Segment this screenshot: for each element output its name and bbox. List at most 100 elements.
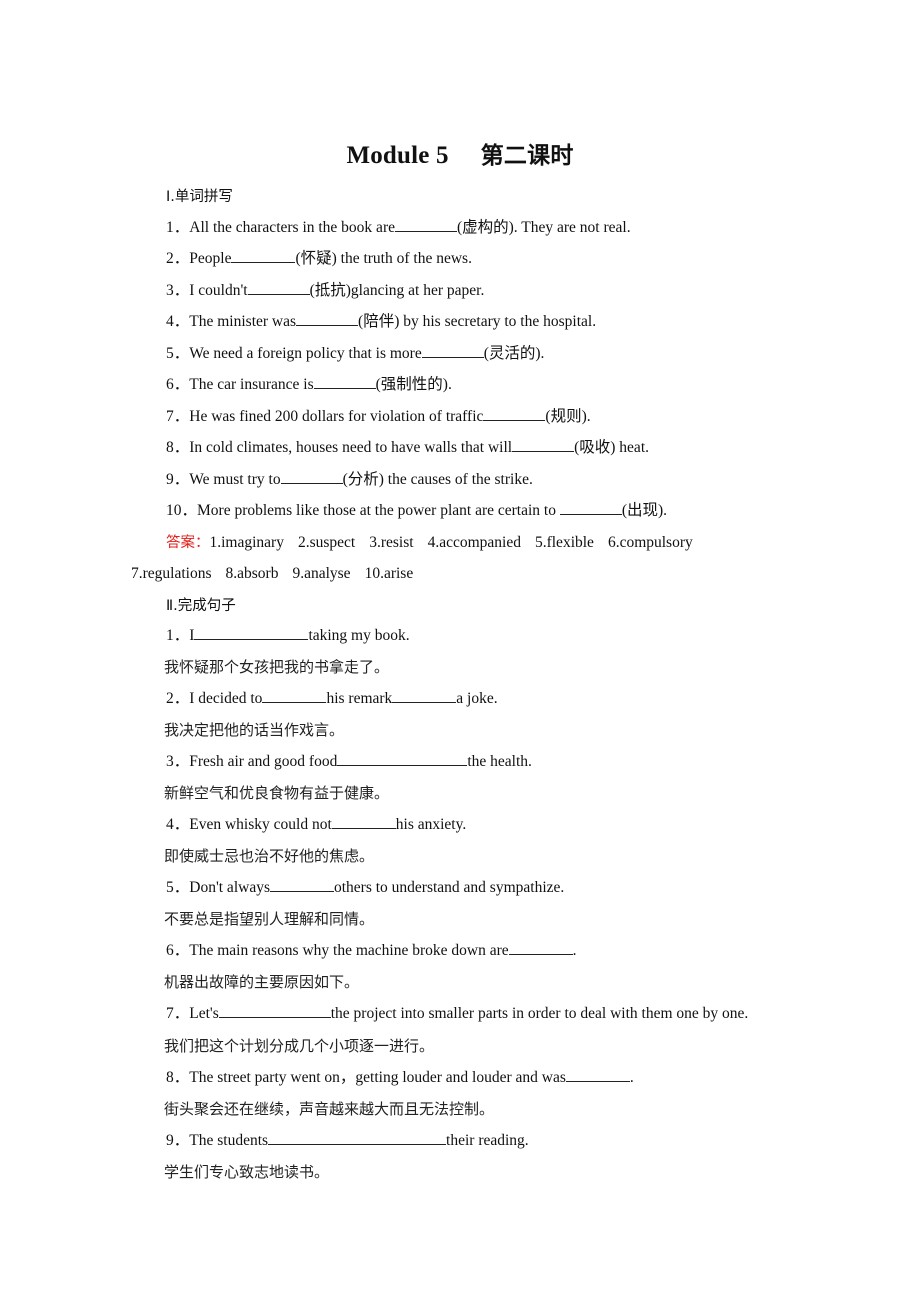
answers-line-1: 答案：1.imaginary 2.suspect 3.resist 4.accompa… [166,533,707,553]
item-number: 5． [166,345,190,362]
answer-label: 答案： [166,535,210,551]
answer-blank [269,878,334,892]
item-text: the project into smaller parts in order … [330,1005,749,1022]
item-number: 4． [166,313,190,330]
answer-blank [218,1004,331,1018]
item-text: The street party went on，getting louder … [189,1069,566,1086]
item-text: (陪伴) by his secretary to the hospital. [358,313,597,330]
item-text: The main reasons why the machine broke d… [189,942,509,959]
item-text: The students [189,1132,269,1149]
sentence-item: 6．The main reasons why the machine broke… [166,941,577,961]
answer-blank [231,249,296,263]
item-text: (灵活的). [483,345,545,362]
answer-item: 7.regulations [131,565,212,582]
item-text: I decided to [189,690,263,707]
section-heading-sentences: Ⅱ.完成句子 [166,598,236,614]
spelling-item: 5．We need a foreign policy that is more (… [166,344,544,364]
sentence-translation: 我们把这个计划分成几个小项逐一进行。 [164,1037,435,1055]
answer-blank [483,407,546,421]
item-text: He was fined 200 dollars for violation o… [189,408,484,425]
sentence-item: 5．Don't always others to understand and s… [166,878,564,898]
item-number: 1． [166,219,190,236]
item-text: (分析) the causes of the strike. [342,471,533,488]
sentence-translation: 我怀疑那个女孩把我的书拿走了。 [164,658,390,676]
sentence-translation: 不要总是指望别人理解和同情。 [164,910,375,928]
sentence-item: 3．Fresh air and good food the health. [166,752,532,772]
item-number: 3． [166,282,190,299]
answers-line-2: 7.regulations 8.absorb 9.analyse 10.arise [131,564,427,584]
item-number: 6． [166,942,190,959]
spelling-item: 9．We must try to (分析) the causes of the s… [166,470,533,490]
answer-blank [331,815,396,829]
answer-item: 4.accompanied [427,534,521,551]
answer-blank [247,281,310,295]
spelling-item: 2．People (怀疑) the truth of the news. [166,249,472,269]
sentence-item: 8．The street party went on，getting loude… [166,1068,634,1088]
answer-item: 6.compulsory [607,534,693,551]
item-text: (吸收) heat. [574,439,649,456]
item-text: the health. [467,753,532,770]
item-text: The car insurance is [189,376,314,393]
answer-blank [394,218,457,232]
answer-blank [268,1131,447,1145]
answer-blank [313,375,376,389]
answer-item: 10.arise [364,565,414,582]
spelling-item: 1．All the characters in the book are (虚构的… [166,218,631,238]
document-page: Module 5 第二课时 Ⅰ.单词拼写 1．All the characters… [0,0,920,1302]
sentence-translation: 学生们专心致志地读书。 [164,1163,330,1181]
item-text: Let's [189,1005,219,1022]
item-text: We must try to [189,471,281,488]
item-number: 9． [166,1132,190,1149]
sentence-item: 1．I taking my book. [166,626,410,646]
item-text: (怀疑) the truth of the news. [295,250,472,267]
item-text: a joke. [456,690,498,707]
sentence-item: 7．Let's the project into smaller parts in… [166,1004,748,1024]
item-text: (强制性的). [375,376,452,393]
item-number: 9． [166,471,190,488]
item-number: 6． [166,376,190,393]
answer-item: 9.analyse [292,565,351,582]
answer-blank [194,626,309,640]
item-number: 5． [166,879,190,896]
item-text: People [189,250,232,267]
section-heading-spelling: Ⅰ.单词拼写 [166,189,233,205]
sentence-translation: 街头聚会还在继续，声音越来越大而且无法控制。 [164,1100,495,1118]
item-text: All the characters in the book are [189,219,395,236]
answer-blank [296,312,359,326]
answer-blank [337,752,468,766]
sentence-item: 4．Even whisky could not his anxiety. [166,815,466,835]
item-number: 8． [166,1069,190,1086]
answer-item: 5.flexible [534,534,594,551]
sentence-translation: 新鲜空气和优良食物有益于健康。 [164,784,390,802]
item-text: More problems like those at the power pl… [197,502,560,519]
title-lesson: 第二课时 [480,143,574,169]
item-text: The minister was [189,313,297,330]
spelling-item: 3．I couldn't (抵抗)glancing at her paper. [166,281,484,301]
item-number: 2． [166,690,190,707]
item-text: We need a foreign policy that is more [189,345,422,362]
item-text: taking my book. [308,627,410,644]
answer-item: 8.absorb [225,565,279,582]
item-text: . [629,1069,634,1086]
spelling-item: 7．He was fined 200 dollars for violation… [166,407,591,427]
item-number: 8． [166,439,190,456]
item-text: I couldn't [189,282,248,299]
answer-item: 3.resist [369,534,414,551]
answer-blank [392,689,457,703]
answer-blank [421,344,484,358]
answer-blank [508,941,573,955]
answer-item: 1.imaginary [209,534,284,551]
title-module: Module 5 [346,142,449,169]
item-number: 7． [166,408,190,425]
item-number: 1． [166,627,190,644]
item-text: Fresh air and good food [189,753,338,770]
answer-item: 2.suspect [297,534,356,551]
item-number: 3． [166,753,190,770]
item-text: (规则). [545,408,591,425]
item-text: . [572,942,577,959]
item-number: 7． [166,1005,190,1022]
item-text: his anxiety. [395,816,467,833]
spelling-item: 8．In cold climates, houses need to have … [166,438,649,458]
sentence-item: 2．I decided to his remark a joke. [166,689,498,709]
answer-blank [559,501,622,515]
